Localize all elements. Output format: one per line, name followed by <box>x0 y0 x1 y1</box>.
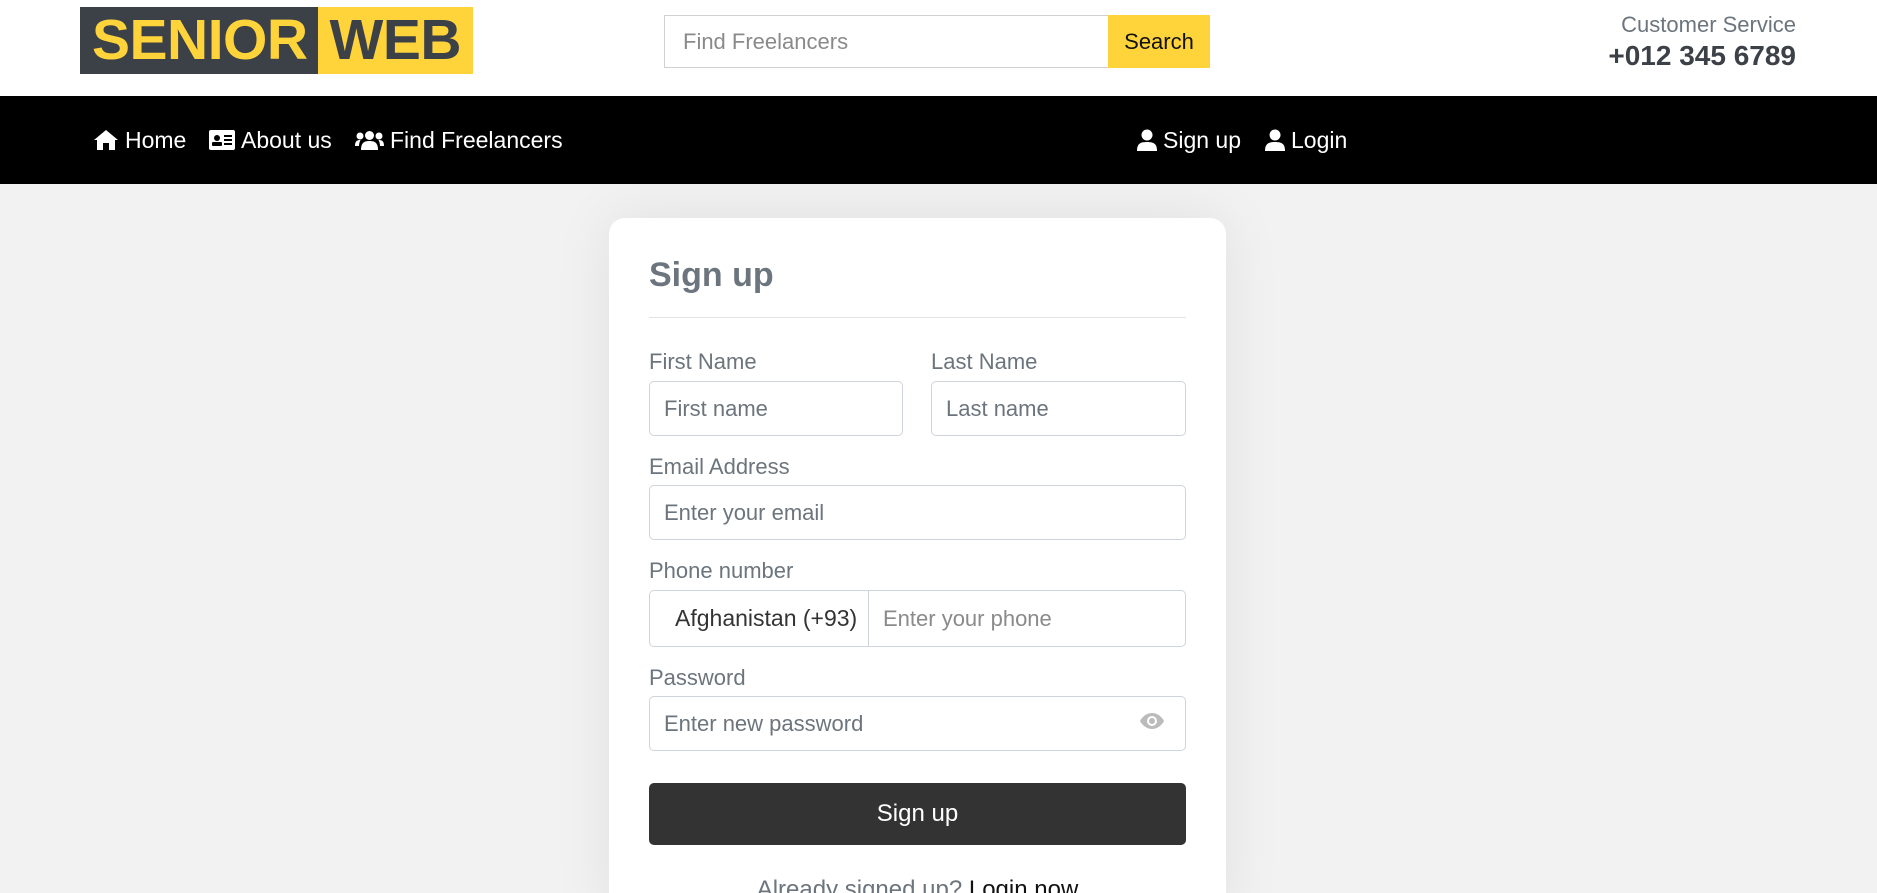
signup-title: Sign up <box>649 256 774 294</box>
customer-service-phone: +012 345 6789 <box>1608 40 1796 71</box>
main-nav: Home About us Find Freelancers Sign up L… <box>0 96 1877 184</box>
id-card-icon <box>209 130 235 150</box>
password-label: Password <box>649 665 746 690</box>
last-name-input[interactable] <box>931 381 1186 436</box>
signup-submit-button[interactable]: Sign up <box>649 783 1186 845</box>
nav-login-label: Login <box>1291 126 1348 153</box>
first-name-label: First Name <box>649 349 757 374</box>
password-input[interactable] <box>649 696 1186 751</box>
already-text: Already signed up? <box>756 876 963 893</box>
nav-home-label: Home <box>125 126 187 153</box>
last-name-label: Last Name <box>931 349 1038 374</box>
logo-web: WEB <box>317 7 474 74</box>
login-now-link[interactable]: Login now <box>969 876 1078 893</box>
customer-service-label: Customer Service <box>1621 12 1796 37</box>
top-header: SENIOR WEB Search Customer Service +012 … <box>0 0 1877 96</box>
site-logo[interactable]: SENIOR WEB <box>80 7 474 74</box>
phone-input[interactable] <box>869 591 1185 646</box>
logo-senior: SENIOR <box>80 7 318 74</box>
customer-service: Customer Service +012 345 6789 <box>1608 12 1796 74</box>
eye-icon[interactable] <box>1139 712 1165 730</box>
email-label: Email Address <box>649 454 790 479</box>
divider <box>649 317 1186 318</box>
nav-signup[interactable]: Sign up <box>1137 96 1241 184</box>
user-icon <box>1137 129 1157 151</box>
nav-find-freelancers-label: Find Freelancers <box>390 126 563 153</box>
nav-login[interactable]: Login <box>1265 96 1347 184</box>
nav-home[interactable]: Home <box>93 96 186 184</box>
email-input[interactable] <box>649 485 1186 540</box>
first-name-input[interactable] <box>649 381 903 436</box>
nav-about-label: About us <box>241 126 332 153</box>
home-icon <box>94 130 118 150</box>
search-button[interactable]: Search <box>1108 15 1210 68</box>
nav-about[interactable]: About us <box>209 96 332 184</box>
phone-group: Afghanistan (+93) <box>649 590 1186 647</box>
users-icon <box>355 131 384 150</box>
nav-signup-label: Sign up <box>1163 126 1242 153</box>
phone-label: Phone number <box>649 558 794 583</box>
country-code-select[interactable]: Afghanistan (+93) <box>650 591 869 646</box>
search-bar: Search <box>664 15 1210 68</box>
search-input[interactable] <box>664 15 1108 68</box>
user-icon <box>1265 129 1285 151</box>
already-signed-up: Already signed up? Login now <box>609 876 1226 893</box>
nav-find-freelancers[interactable]: Find Freelancers <box>355 96 563 184</box>
signup-card: Sign up First Name Last Name Email Addre… <box>609 218 1226 893</box>
